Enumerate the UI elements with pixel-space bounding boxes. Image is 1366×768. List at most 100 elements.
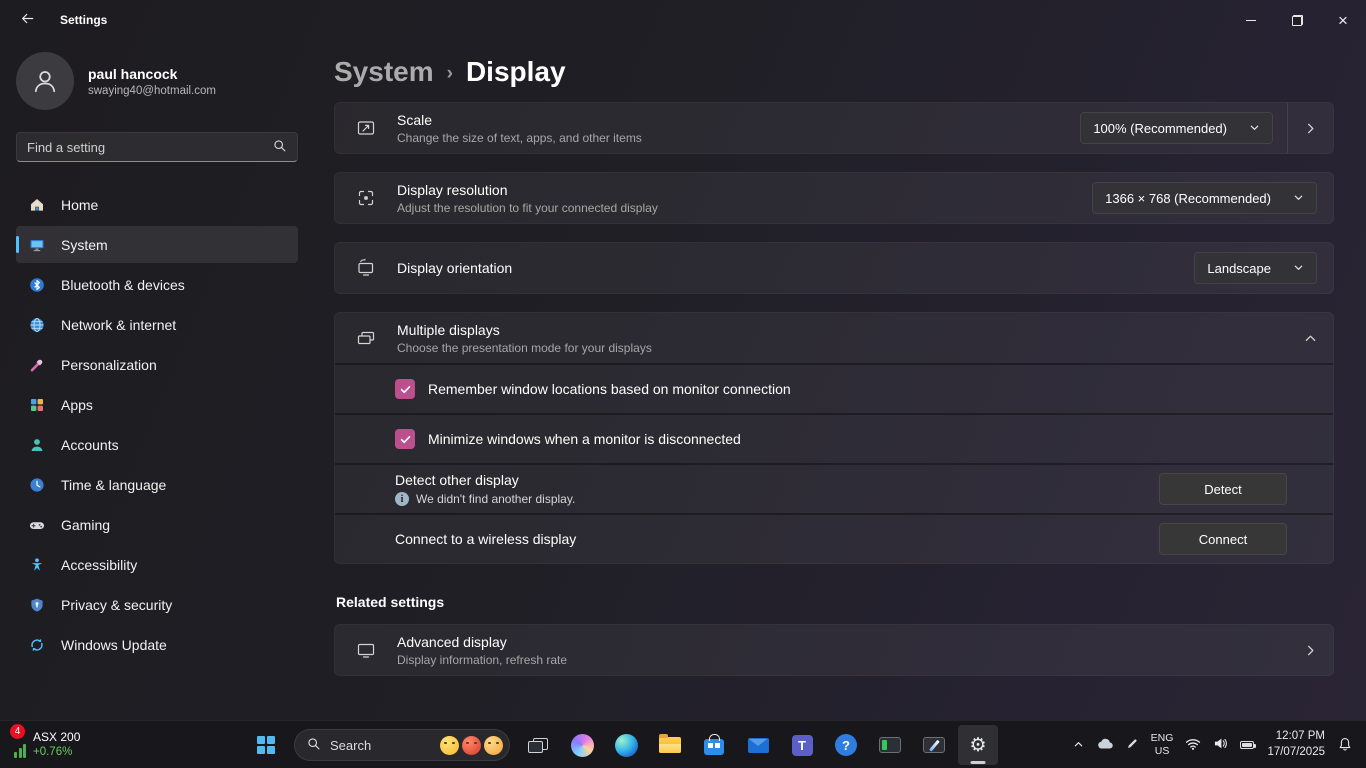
resolution-dropdown-value: 1366 × 768 (Recommended)	[1105, 190, 1271, 206]
widget-notification-badge: 4	[10, 724, 25, 739]
sidebar-item-label: Accounts	[61, 436, 119, 453]
scale-icon	[335, 118, 397, 138]
search-label: Search	[330, 737, 372, 753]
screen: Settings × paul hancock swaying40@hotmai…	[0, 0, 1366, 768]
emoji-icon	[484, 735, 503, 755]
search-highlight-emojis	[440, 735, 503, 755]
restore-button[interactable]	[1274, 0, 1320, 40]
scale-row[interactable]: Scale Change the size of text, apps, and…	[334, 102, 1334, 154]
notification-center-button[interactable]	[1332, 725, 1358, 765]
sidebar-item-time-language[interactable]: Time & language	[16, 466, 298, 503]
sidebar-item-label: Accessibility	[61, 556, 138, 573]
phone-link-button[interactable]	[870, 725, 910, 765]
sidebar-item-network-internet[interactable]: Network & internet	[16, 306, 298, 343]
taskbar-center: Search T ? ⚙	[246, 721, 998, 768]
stock-chart-icon	[14, 742, 26, 758]
task-view-icon	[528, 737, 548, 753]
gamepad-icon	[28, 516, 45, 533]
multiple-displays-icon	[335, 328, 397, 348]
advanced-display-row[interactable]: Advanced display Display information, re…	[334, 624, 1334, 676]
shield-icon	[28, 596, 45, 613]
sidebar-item-home[interactable]: Home	[16, 186, 298, 223]
sidebar-item-apps[interactable]: Apps	[16, 386, 298, 423]
speaker-icon	[1213, 737, 1228, 753]
sidebar-item-label: Windows Update	[61, 636, 167, 653]
wifi-button[interactable]	[1179, 725, 1207, 765]
sidebar: paul hancock swaying40@hotmail.com Home	[0, 40, 316, 720]
wifi-icon	[1185, 738, 1201, 753]
sidebar-item-gaming[interactable]: Gaming	[16, 506, 298, 543]
sidebar-item-bluetooth-devices[interactable]: Bluetooth & devices	[16, 266, 298, 303]
widget-stock-change: +0.76%	[33, 746, 73, 759]
chevron-right-icon	[1288, 644, 1333, 657]
taskbar-search-box[interactable]: Search	[294, 729, 510, 761]
onedrive-tray-button[interactable]	[1090, 725, 1120, 765]
bell-icon	[1338, 737, 1352, 754]
profile-card[interactable]: paul hancock swaying40@hotmail.com	[16, 48, 298, 122]
update-arrows-icon	[28, 636, 45, 653]
task-view-button[interactable]	[518, 725, 558, 765]
connect-button[interactable]: Connect	[1159, 523, 1287, 555]
chevron-up-icon[interactable]	[1288, 332, 1333, 345]
search-icon	[273, 139, 287, 156]
language-indicator[interactable]: ENG US	[1145, 725, 1180, 765]
chevron-right-icon[interactable]	[1288, 122, 1333, 135]
microsoft-store-button[interactable]	[694, 725, 734, 765]
windows-logo-icon	[257, 736, 275, 754]
sidebar-item-system[interactable]: System	[16, 226, 298, 263]
chevron-down-icon	[1249, 121, 1260, 136]
breadcrumb-separator: ›	[446, 62, 453, 84]
sidebar-item-accessibility[interactable]: Accessibility	[16, 546, 298, 583]
sidebar-item-privacy-security[interactable]: Privacy & security	[16, 586, 298, 623]
back-button[interactable]	[8, 4, 46, 36]
multiple-displays-expander[interactable]: Multiple displays Choose the presentatio…	[335, 313, 1333, 363]
sidebar-item-label: Time & language	[61, 476, 167, 493]
minimize-windows-label: Minimize windows when a monitor is disco…	[428, 431, 741, 447]
sidebar-item-windows-update[interactable]: Windows Update	[16, 626, 298, 663]
scale-dropdown[interactable]: 100% (Recommended)	[1080, 112, 1273, 144]
remember-window-locations-checkbox[interactable]	[395, 379, 415, 399]
detect-status-text: We didn't find another display.	[416, 492, 576, 506]
pen-tray-button[interactable]	[1120, 725, 1145, 765]
remember-window-locations-label: Remember window locations based on monit…	[428, 381, 791, 397]
edge-button[interactable]	[606, 725, 646, 765]
advanced-display-icon	[335, 640, 397, 660]
start-button[interactable]	[246, 725, 286, 765]
remember-window-locations-row[interactable]: Remember window locations based on monit…	[335, 363, 1333, 413]
teams-icon: T	[791, 734, 813, 756]
emoji-icon	[462, 735, 481, 755]
orientation-icon	[335, 258, 397, 278]
settings-search-input[interactable]	[27, 139, 273, 155]
hidden-icons-button[interactable]	[1067, 725, 1090, 765]
clock-button[interactable]: 12:07 PM 17/07/2025	[1260, 725, 1332, 765]
copilot-icon	[570, 733, 594, 757]
detect-button[interactable]: Detect	[1159, 473, 1287, 505]
settings-taskbar-button[interactable]: ⚙	[958, 725, 998, 765]
copilot-button[interactable]	[562, 725, 602, 765]
cloud-icon	[1096, 738, 1114, 753]
close-button[interactable]: ×	[1320, 0, 1366, 40]
minimize-button[interactable]	[1228, 0, 1274, 40]
minimize-windows-row[interactable]: Minimize windows when a monitor is disco…	[335, 413, 1333, 463]
volume-button[interactable]	[1207, 725, 1234, 765]
pen-app-button[interactable]	[914, 725, 954, 765]
multiple-displays-title: Multiple displays	[397, 321, 500, 338]
sidebar-item-personalization[interactable]: Personalization	[16, 346, 298, 383]
profile-name: paul hancock	[88, 66, 178, 83]
widgets-button[interactable]: 4 ASX 200 +0.76%	[8, 724, 90, 766]
battery-button[interactable]	[1234, 725, 1260, 765]
teams-button[interactable]: T	[782, 725, 822, 765]
display-resolution-row: Display resolution Adjust the resolution…	[334, 172, 1334, 224]
sidebar-item-accounts[interactable]: Accounts	[16, 426, 298, 463]
sidebar-item-label: Home	[61, 196, 99, 213]
get-help-button[interactable]: ?	[826, 725, 866, 765]
minimize-icon	[1246, 19, 1256, 21]
minimize-windows-checkbox[interactable]	[395, 429, 415, 449]
connect-wireless-display-row: Connect to a wireless display Connect	[335, 513, 1333, 563]
breadcrumb-system[interactable]: System	[334, 56, 434, 88]
resolution-dropdown[interactable]: 1366 × 768 (Recommended)	[1092, 182, 1317, 214]
sidebar-item-label: Privacy & security	[61, 596, 173, 613]
outlook-button[interactable]	[738, 725, 778, 765]
file-explorer-button[interactable]	[650, 725, 690, 765]
orientation-dropdown[interactable]: Landscape	[1194, 252, 1317, 284]
